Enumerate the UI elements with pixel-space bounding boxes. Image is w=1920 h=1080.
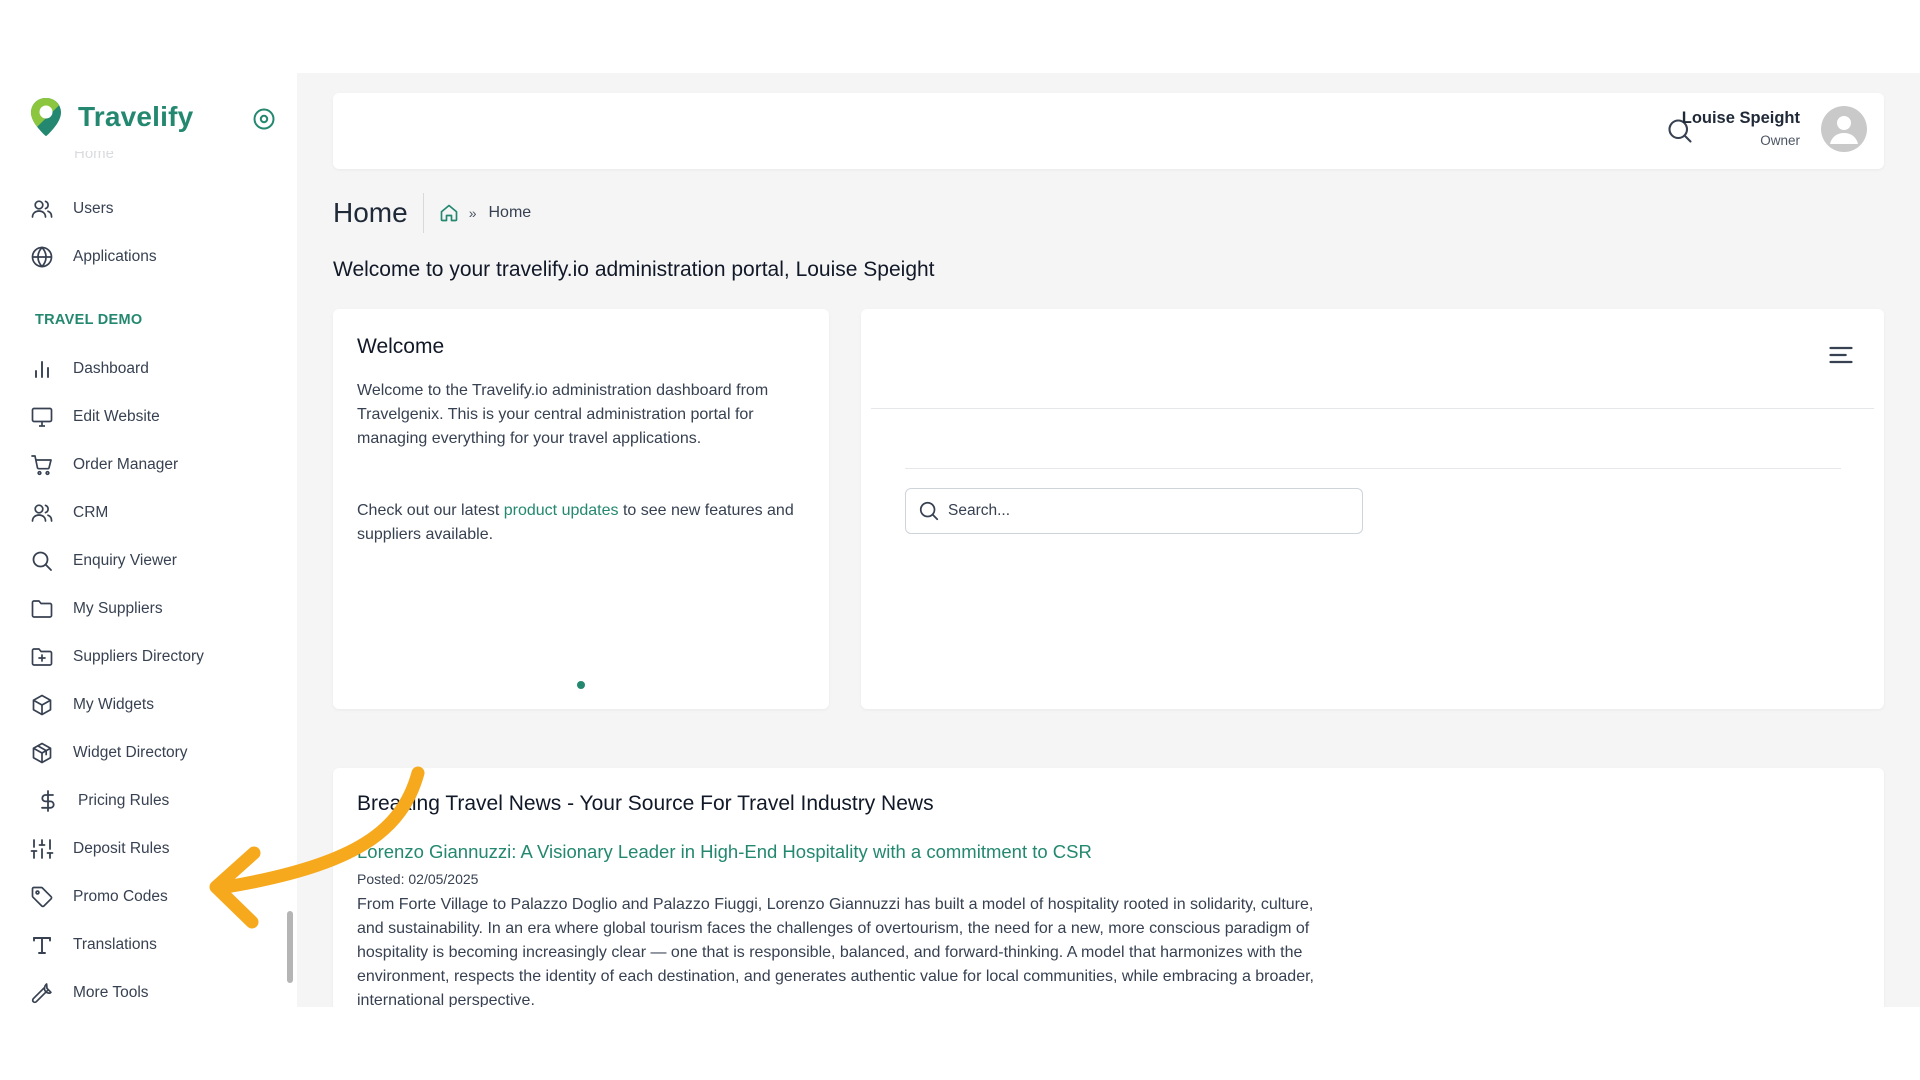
sidebar: Travelify Home Users Applications TRAVEL… — [0, 73, 297, 1007]
sidebar-item-label: Translations — [73, 936, 157, 953]
welcome-card-text: Welcome to the Travelify.io administrati… — [357, 382, 769, 447]
users-icon — [31, 504, 53, 522]
cubes-icon — [32, 742, 52, 764]
sidebar-item-translations[interactable]: Translations — [30, 929, 270, 961]
search-icon — [919, 501, 939, 521]
search-icon — [32, 551, 52, 571]
sidebar-item-label: Dashboard — [73, 360, 149, 377]
sidebar-item-deposit-rules[interactable]: Deposit Rules — [30, 833, 270, 865]
page-title: Home — [333, 197, 408, 228]
welcome-card-title: Welcome — [357, 335, 445, 358]
sidebar-item-label: More Tools — [73, 984, 149, 1001]
sidebar-item-order-manager[interactable]: Order Manager — [30, 449, 270, 481]
wrench-icon — [31, 983, 52, 1004]
breadcrumb-separator: » — [468, 205, 477, 221]
sidebar-item-label: Enquiry Viewer — [73, 552, 177, 569]
sidebar-item-label: Suppliers Directory — [73, 648, 204, 665]
news-heading: Breaking Travel News - Your Source For T… — [357, 792, 934, 815]
top-bar: Louise Speight Owner — [333, 93, 1884, 169]
dollar-icon — [41, 790, 55, 812]
page-header: Home » Home — [333, 193, 531, 233]
globe-icon — [31, 246, 53, 268]
sidebar-item-enquiry-viewer[interactable]: Enquiry Viewer — [30, 545, 270, 577]
sidebar-item-label: My Widgets — [73, 696, 154, 713]
sidebar-item-label: Deposit Rules — [73, 840, 170, 857]
cube-icon — [32, 694, 52, 716]
feed-search-box[interactable] — [905, 488, 1363, 534]
breadcrumb-current: Home — [488, 204, 532, 221]
carousel-dot[interactable] — [577, 681, 585, 689]
brand-name: Travelify — [78, 101, 194, 132]
sidebar-item-users[interactable]: Users — [30, 193, 270, 225]
user-menu[interactable]: Louise Speight Owner — [1682, 109, 1800, 148]
user-role: Owner — [1760, 133, 1800, 148]
sidebar-item-my-suppliers[interactable]: My Suppliers — [30, 593, 270, 625]
sidebar-item-pricing-rules[interactable]: Pricing Rules — [30, 785, 270, 817]
sidebar-item-applications[interactable]: Applications — [30, 241, 270, 273]
news-article-link[interactable]: Lorenzo Giannuzzi: A Visionary Leader in… — [357, 841, 1092, 863]
news-posted-date: Posted: 02/05/2025 — [357, 871, 479, 887]
welcome-message: Welcome to your travelify.io administrat… — [333, 258, 935, 281]
news-card: Breaking Travel News - Your Source For T… — [333, 768, 1884, 1007]
type-icon — [33, 937, 51, 954]
main-content: Louise Speight Owner Home » Home Welcome… — [297, 73, 1920, 1007]
logo[interactable]: Travelify — [29, 97, 193, 137]
sidebar-item-label: Edit Website — [73, 408, 160, 425]
product-updates-link[interactable]: product updates — [504, 502, 619, 519]
sidebar-item-label: Promo Codes — [73, 888, 168, 905]
sidebar-item-label: My Suppliers — [73, 600, 163, 617]
divider — [905, 468, 1841, 469]
sidebar-item-edit-website[interactable]: Edit Website — [30, 401, 270, 433]
folder-plus-icon — [31, 648, 53, 666]
user-avatar-icon — [1830, 116, 1858, 144]
sidebar-item-crm[interactable]: CRM — [30, 497, 270, 529]
location-pin-logo-icon — [31, 98, 61, 136]
folder-icon — [31, 600, 53, 618]
sidebar-scrollbar[interactable] — [287, 911, 293, 983]
sidebar-item-dashboard[interactable]: Dashboard — [30, 353, 270, 385]
sidebar-item-label: Order Manager — [73, 456, 179, 473]
tag-icon — [31, 886, 53, 908]
sidebar-item-label: Widget Directory — [73, 744, 188, 761]
users-icon — [31, 200, 53, 218]
cart-icon — [31, 455, 52, 476]
sliders-icon — [30, 839, 54, 859]
home-icon[interactable] — [439, 203, 459, 223]
app-window: Travelify Home Users Applications TRAVEL… — [0, 73, 1920, 1007]
updates-text-before: Check out our latest — [357, 502, 504, 519]
sidebar-toggle-icon[interactable] — [252, 107, 276, 131]
divider — [871, 408, 1874, 409]
avatar[interactable] — [1821, 106, 1867, 152]
search-input[interactable] — [948, 502, 1348, 520]
sidebar-item-home-partial[interactable]: Home — [30, 151, 150, 167]
sidebar-item-promo-codes[interactable]: Promo Codes — [30, 881, 270, 913]
news-excerpt: From Forte Village to Palazzo Doglio and… — [357, 896, 1314, 1007]
section-title-travel-demo: TRAVEL DEMO — [35, 312, 143, 328]
sidebar-item-label: Applications — [73, 248, 157, 265]
welcome-card: Welcome Welcome to the Travelify.io admi… — [333, 309, 829, 709]
menu-icon[interactable] — [1827, 341, 1855, 369]
welcome-card-updates-text: Check out our latest product updates to … — [357, 499, 817, 547]
sidebar-item-label: Pricing Rules — [78, 792, 170, 809]
monitor-icon — [31, 407, 53, 427]
sidebar-item-widget-directory[interactable]: Widget Directory — [30, 737, 270, 769]
header-divider — [422, 193, 424, 233]
sidebar-item-label: Users — [73, 200, 114, 217]
sidebar-item-suppliers-directory[interactable]: Suppliers Directory — [30, 641, 270, 673]
sidebar-item-label: Home — [74, 151, 115, 162]
sidebar-item-more-tools[interactable]: More Tools — [30, 977, 270, 1007]
feed-card — [861, 309, 1884, 709]
bar-chart-icon — [35, 361, 49, 378]
sidebar-item-label: CRM — [73, 504, 109, 521]
user-name: Louise Speight — [1681, 109, 1800, 127]
sidebar-item-my-widgets[interactable]: My Widgets — [30, 689, 270, 721]
